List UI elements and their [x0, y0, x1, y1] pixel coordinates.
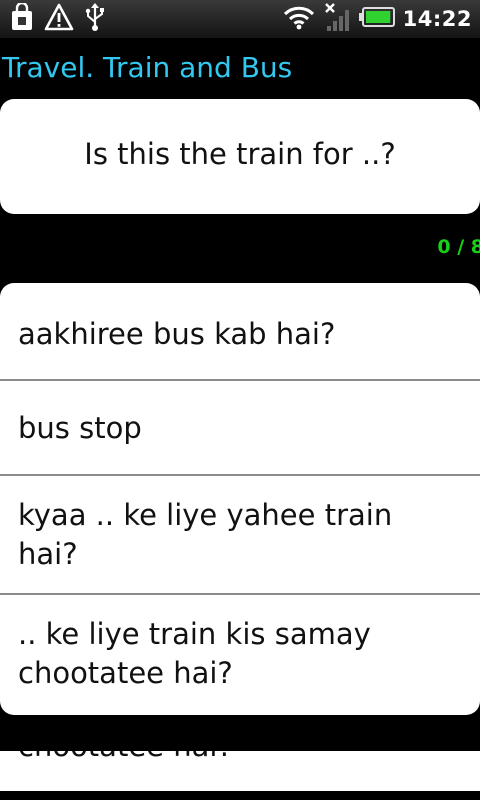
- clock: 14:22: [402, 7, 472, 31]
- notification-icons: [10, 1, 106, 36]
- answer-option-4[interactable]: .. ke liye train kis samay chootatee hai…: [0, 595, 480, 715]
- question-text: Is this the train for ..?: [84, 137, 396, 171]
- system-icons: 14:22: [283, 2, 472, 36]
- wifi-icon: [283, 4, 315, 34]
- status-bar: 14:22: [0, 0, 480, 38]
- answer-option-1[interactable]: aakhiree bus kab hai?: [0, 283, 480, 381]
- usb-icon: [84, 2, 106, 36]
- warning-icon: [44, 3, 74, 35]
- answer-list: aakhiree bus kab hai? bus stop kyaa .. k…: [0, 283, 480, 715]
- answer-option-label: aakhiree bus kab hai?: [18, 317, 336, 351]
- answer-option-label: bus stop: [18, 411, 142, 445]
- divider-band: [0, 715, 480, 751]
- title-bar: Travel. Train and Bus: [0, 38, 480, 98]
- no-signal-icon: [323, 2, 351, 36]
- app-title: Travel. Train and Bus: [2, 51, 293, 84]
- answer-option-3[interactable]: kyaa .. ke liye yahee train hai?: [0, 476, 480, 595]
- answer-option-label: .. ke liye train kis samay chootatee hai…: [18, 617, 371, 690]
- shopping-bag-icon: [10, 1, 34, 35]
- answer-option-label: kyaa .. ke liye yahee train hai?: [18, 498, 393, 571]
- battery-icon: [358, 7, 395, 31]
- answer-option-2[interactable]: bus stop: [0, 381, 480, 476]
- bottom-edge: [0, 791, 480, 800]
- progress-counter: 0 / 8: [437, 236, 480, 258]
- overflow-answer: chootatee hai?: [0, 751, 480, 791]
- overflow-answer-label: chootatee hai?: [18, 751, 233, 766]
- question-card: Is this the train for ..?: [0, 99, 480, 214]
